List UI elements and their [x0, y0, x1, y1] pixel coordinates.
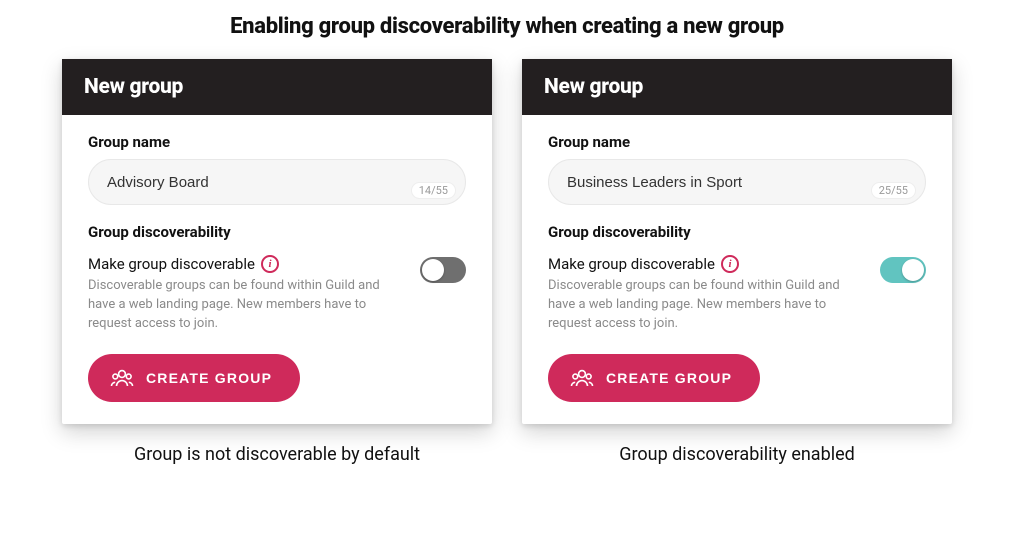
char-count-badge: 25/55	[871, 182, 916, 199]
group-name-input-wrap: 25/55	[548, 159, 926, 205]
discoverability-label: Group discoverability	[88, 223, 466, 241]
toggle-title-line: Make group discoverable i	[548, 255, 870, 273]
discoverability-label: Group discoverability	[548, 223, 926, 241]
panel-body: Group name 25/55 Group discoverability M…	[522, 115, 952, 424]
create-group-button-label: CREATE GROUP	[606, 370, 732, 386]
toggle-title: Make group discoverable	[548, 255, 715, 273]
new-group-panel: New group Group name 14/55 Group discove…	[62, 59, 492, 424]
discoverability-toggle[interactable]	[420, 257, 466, 283]
toggle-title-line: Make group discoverable i	[88, 255, 410, 273]
discoverability-row: Make group discoverable i Discoverable g…	[88, 255, 466, 334]
panel-body: Group name 14/55 Group discoverability M…	[62, 115, 492, 424]
toggle-description: Discoverable groups can be found within …	[88, 277, 388, 334]
group-name-input[interactable]	[88, 159, 466, 205]
toggle-description: Discoverable groups can be found within …	[548, 277, 848, 334]
discoverability-row: Make group discoverable i Discoverable g…	[548, 255, 926, 334]
discoverability-toggle[interactable]	[880, 257, 926, 283]
create-group-button[interactable]: CREATE GROUP	[88, 354, 300, 402]
toggle-text-col: Make group discoverable i Discoverable g…	[548, 255, 870, 334]
toggle-knob	[902, 259, 924, 281]
group-name-input-wrap: 14/55	[88, 159, 466, 205]
panel-column-right: New group Group name 25/55 Group discove…	[522, 59, 952, 465]
group-name-label: Group name	[88, 133, 466, 151]
group-name-label: Group name	[548, 133, 926, 151]
panel-header: New group	[522, 59, 952, 115]
panel-header: New group	[62, 59, 492, 115]
group-name-input[interactable]	[548, 159, 926, 205]
create-group-button-label: CREATE GROUP	[146, 370, 272, 386]
toggle-text-col: Make group discoverable i Discoverable g…	[88, 255, 410, 334]
page-title: Enabling group discoverability when crea…	[0, 0, 1014, 39]
panel-column-left: New group Group name 14/55 Group discove…	[62, 59, 492, 465]
group-icon	[570, 368, 594, 388]
toggle-title: Make group discoverable	[88, 255, 255, 273]
panel-caption: Group is not discoverable by default	[62, 444, 492, 465]
info-icon[interactable]: i	[261, 255, 279, 273]
create-group-button[interactable]: CREATE GROUP	[548, 354, 760, 402]
toggle-knob	[422, 259, 444, 281]
group-icon	[110, 368, 134, 388]
info-icon[interactable]: i	[721, 255, 739, 273]
char-count-badge: 14/55	[411, 182, 456, 199]
panel-caption: Group discoverability enabled	[522, 444, 952, 465]
new-group-panel: New group Group name 25/55 Group discove…	[522, 59, 952, 424]
panels-container: New group Group name 14/55 Group discove…	[0, 59, 1014, 465]
